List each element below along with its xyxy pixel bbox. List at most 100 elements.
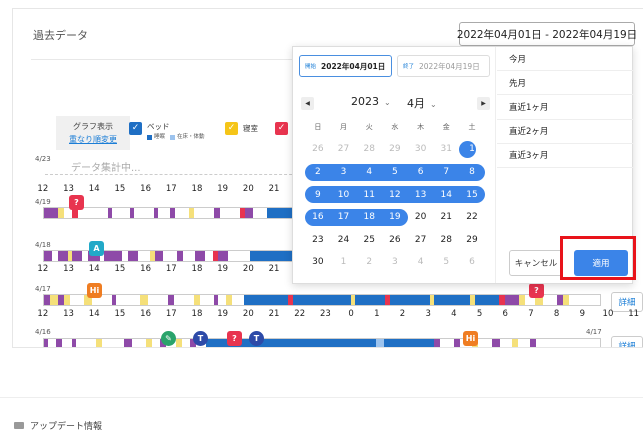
calendar-day[interactable]: 12 <box>382 187 408 204</box>
checkbox-bed-icon[interactable]: ✓ <box>129 122 142 135</box>
toilet-badge-icon[interactable]: T <box>249 331 264 346</box>
hour-tick: 15 <box>114 309 126 319</box>
calendar-day[interactable]: 21 <box>433 209 459 226</box>
checkbox-bedroom-icon[interactable]: ✓ <box>225 122 238 135</box>
timeline-bar[interactable] <box>43 338 601 347</box>
footer-divider <box>0 397 643 398</box>
calendar-day[interactable]: 27 <box>408 232 434 249</box>
timeline-bar[interactable] <box>43 250 311 262</box>
calendar-day[interactable]: 22 <box>459 209 485 226</box>
update-info[interactable]: アップデート情報 <box>14 419 102 432</box>
hour-tick: 16 <box>140 264 151 274</box>
detail-button[interactable]: 詳細 <box>611 336 643 347</box>
end-date-input[interactable]: 終了 2022年04月19日 <box>397 55 490 77</box>
calendar-day[interactable]: 10 <box>331 187 357 204</box>
calendar-day[interactable]: 19 <box>382 209 408 226</box>
in-bed-swatch <box>170 134 176 140</box>
calendar-day[interactable]: 29 <box>382 141 408 158</box>
toilet-badge-icon[interactable]: T <box>193 331 208 346</box>
hour-tick: 3 <box>425 309 431 319</box>
calendar-day[interactable]: 4 <box>408 254 434 271</box>
hour-tick: 19 <box>217 264 229 274</box>
calendar-day[interactable]: 23 <box>305 232 331 249</box>
calendar-day[interactable]: 17 <box>331 209 357 226</box>
calendar-day[interactable]: 14 <box>433 187 459 204</box>
calendar-day[interactable]: 3 <box>382 254 408 271</box>
calendar-day[interactable]: 13 <box>408 187 434 204</box>
calendar-day[interactable]: 26 <box>382 232 408 249</box>
hour-tick: 12 <box>37 309 49 319</box>
year-caret-icon: ⌄ <box>384 98 391 107</box>
calendar-day[interactable]: 6 <box>408 164 434 181</box>
calendar-day[interactable]: 6 <box>459 254 485 271</box>
toilet-alert-badge-icon[interactable]: ? <box>227 331 242 346</box>
calendar-day[interactable]: 29 <box>459 232 485 249</box>
preset-last-month[interactable]: 先月 <box>497 71 634 96</box>
calendar-day[interactable]: 5 <box>433 254 459 271</box>
calendar-day[interactable]: 15 <box>459 187 485 204</box>
year-select[interactable]: 2023 ⌄ <box>351 95 391 108</box>
hour-tick: 12 <box>37 184 49 194</box>
calendar-day[interactable]: 9 <box>305 187 331 204</box>
calendar-day[interactable]: 20 <box>408 209 434 226</box>
cancel-button[interactable]: キャンセル <box>509 250 563 276</box>
preset-this-month[interactable]: 今月 <box>497 47 634 72</box>
legend-toilet[interactable]: ✓ <box>275 122 288 135</box>
calendar-day[interactable]: 1 <box>459 141 485 158</box>
prev-month-icon[interactable]: ◀ <box>301 97 314 110</box>
next-month-icon[interactable]: ▶ <box>477 97 490 110</box>
calendar-day[interactable]: 2 <box>305 164 331 181</box>
update-info-label: アップデート情報 <box>30 422 103 432</box>
calendar-day[interactable]: 7 <box>433 164 459 181</box>
reorder-link[interactable]: 重なり順変更 <box>56 133 130 146</box>
toilet-alert-badge-icon[interactable]: ? <box>529 283 544 298</box>
calendar-day[interactable]: 24 <box>331 232 357 249</box>
calendar-day[interactable]: 4 <box>356 164 382 181</box>
month-value: 4月 <box>407 97 425 110</box>
medication-badge-icon[interactable]: ✎ <box>161 331 176 346</box>
legend-bedroom[interactable]: ✓ 寝室 <box>225 122 258 135</box>
hour-tick: 11 <box>628 309 640 319</box>
calendar-day[interactable]: 2 <box>356 254 382 271</box>
temperature-high-badge-icon[interactable]: Hi <box>463 331 478 346</box>
loading-text: データ集計中... <box>71 163 141 174</box>
hour-tick: 18 <box>191 264 203 274</box>
hour-tick: 13 <box>63 309 74 319</box>
calendar-day[interactable]: 30 <box>408 141 434 158</box>
calendar-day[interactable]: 30 <box>305 254 331 271</box>
hour-tick: 22 <box>294 309 306 319</box>
date-label: 4/18 <box>35 241 51 249</box>
preset-last-2-months[interactable]: 直近2ヶ月 <box>497 120 634 144</box>
hour-tick: 20 <box>242 309 254 319</box>
calendar-day[interactable]: 3 <box>331 164 357 181</box>
calendar-day[interactable]: 8 <box>459 164 485 181</box>
preset-last-3-months[interactable]: 直近3ヶ月 <box>497 144 634 168</box>
calendar-day[interactable]: 31 <box>433 141 459 158</box>
start-date-input[interactable]: 開始 2022年04月01日 <box>299 55 392 77</box>
toilet-alert-badge-icon[interactable]: ? <box>69 195 84 210</box>
calendar-day[interactable]: 28 <box>433 232 459 249</box>
checkbox-toilet-icon[interactable]: ✓ <box>275 122 288 135</box>
calendar-day[interactable]: 26 <box>305 141 331 158</box>
weekday-header: 日月火水木金土 <box>305 116 485 139</box>
preset-last-1-month[interactable]: 直近1ヶ月 <box>497 95 634 120</box>
date-label: 4/17 <box>35 285 51 293</box>
end-date-key: 終了 <box>403 64 415 70</box>
calendar-day[interactable]: 28 <box>356 141 382 158</box>
temperature-high-badge-icon[interactable]: Hi <box>87 283 102 298</box>
calendar-day[interactable]: 25 <box>356 232 382 249</box>
month-select[interactable]: 4月 ⌄ <box>407 95 437 111</box>
weekday-label: 土 <box>468 122 476 131</box>
calendar-day[interactable]: 1 <box>331 254 357 271</box>
calendar-day[interactable]: 27 <box>331 141 357 158</box>
date-range-input[interactable]: 2022年04月01日 - 2022年04月19日 <box>457 22 637 46</box>
legend-bed[interactable]: ✓ ベッド 睡眠 在床・体動 <box>129 122 205 142</box>
calendar-day[interactable]: 11 <box>356 187 382 204</box>
legend-in-bed-label: 在床・体動 <box>177 134 205 140</box>
weekday-label: 水 <box>391 122 399 131</box>
timeline-bar[interactable] <box>43 294 601 306</box>
calendar-day[interactable]: 18 <box>356 209 382 226</box>
assist-badge-icon[interactable]: A <box>89 241 104 256</box>
calendar-day[interactable]: 5 <box>382 164 408 181</box>
calendar-day[interactable]: 16 <box>305 209 331 226</box>
